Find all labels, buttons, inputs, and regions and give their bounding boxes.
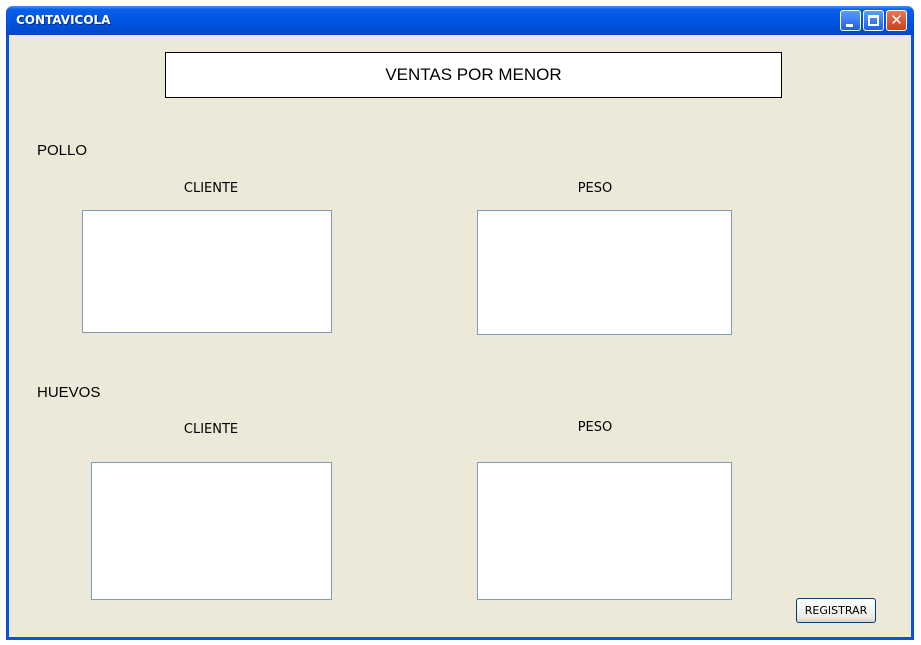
section-label-pollo: POLLO bbox=[37, 142, 88, 159]
pollo-cliente-input[interactable] bbox=[82, 210, 332, 333]
section-label-huevos: HUEVOS bbox=[37, 384, 101, 401]
pollo-peso-input[interactable] bbox=[477, 210, 732, 335]
huevos-cliente-input[interactable] bbox=[91, 462, 332, 600]
huevos-cliente-label: CLIENTE bbox=[183, 422, 239, 437]
maximize-button[interactable] bbox=[863, 10, 884, 31]
form-content: VENTAS POR MENOR POLLO CLIENTE PESO HUEV… bbox=[9, 35, 911, 637]
window-title: CONTAVICOLA bbox=[16, 13, 111, 27]
maximize-icon bbox=[868, 15, 879, 26]
app-window: CONTAVICOLA ✕ VENTAS POR MENOR POLLO CLI… bbox=[6, 6, 914, 640]
title-bar[interactable]: CONTAVICOLA ✕ bbox=[6, 6, 914, 35]
huevos-peso-input[interactable] bbox=[477, 462, 732, 600]
minimize-icon bbox=[846, 24, 853, 27]
close-icon: ✕ bbox=[890, 11, 903, 29]
minimize-button[interactable] bbox=[840, 10, 861, 31]
close-button[interactable]: ✕ bbox=[886, 10, 907, 31]
pollo-peso-label: PESO bbox=[577, 181, 613, 196]
pollo-cliente-label: CLIENTE bbox=[183, 181, 239, 196]
register-button[interactable]: REGISTRAR bbox=[796, 598, 876, 623]
page-title: VENTAS POR MENOR bbox=[165, 52, 782, 98]
huevos-peso-label: PESO bbox=[577, 420, 613, 435]
